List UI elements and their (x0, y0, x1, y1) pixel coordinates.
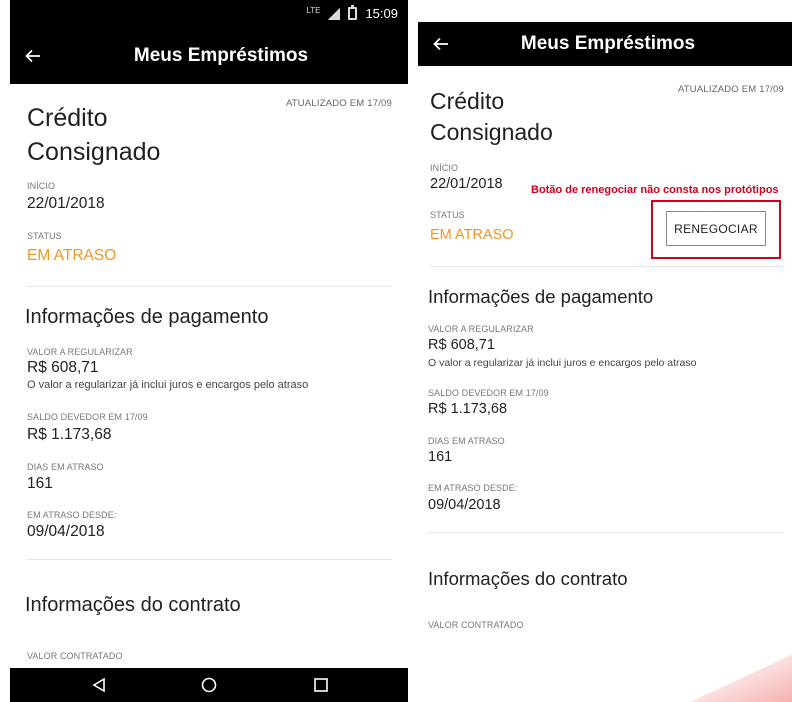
contracted-label: VALOR CONTRATADO (27, 651, 123, 661)
divider (27, 559, 392, 560)
since-label: EM ATRASO DESDE: (27, 510, 117, 520)
status-icons: LTE 15:09 (306, 5, 398, 21)
updated-date: ATUALIZADO EM 17/09 (677, 84, 784, 95)
loan-details[interactable]: ATUALIZADO EM 17/09 Crédito Consignado I… (10, 84, 408, 668)
status-label: STATUS (430, 210, 465, 220)
updated-date: ATUALIZADO EM 17/09 (285, 98, 392, 109)
battery-icon (348, 5, 358, 20)
divider (430, 266, 784, 267)
phone-screen-prototype: Meus Empréstimos ATUALIZADO EM 17/09 Cré… (418, 0, 792, 702)
contract-section-title: Informações do contrato (25, 594, 241, 616)
contract-section-title: Informações do contrato (428, 568, 628, 589)
balance-label: SALDO DEVEDOR EM 17/09 (428, 388, 549, 398)
nav-back-icon[interactable] (90, 676, 108, 694)
status-bar: LTE 15:09 (10, 0, 408, 28)
payment-section-title: Informações de pagamento (25, 306, 269, 328)
status-label: STATUS (27, 231, 62, 241)
app-bar: Meus Empréstimos (418, 22, 792, 66)
since-value: 09/04/2018 (428, 497, 501, 513)
start-label: INÍCIO (430, 163, 459, 173)
network-type: LTE (306, 6, 321, 15)
app-title: Meus Empréstimos (133, 45, 309, 66)
start-value: 22/01/2018 (430, 176, 503, 192)
divider (428, 532, 784, 533)
divider (27, 286, 392, 287)
app-bar: Meus Empréstimos (10, 28, 408, 84)
product-title: Crédito Consignado (430, 88, 553, 146)
loan-details[interactable]: ATUALIZADO EM 17/09 Crédito Consignado I… (418, 66, 792, 702)
product-title: Crédito Consignado (27, 104, 161, 166)
amount-label: VALOR A REGULARIZAR (428, 324, 534, 334)
days-value: 161 (428, 449, 453, 465)
amount-note: O valor a regularizar já inclui juros e … (428, 357, 697, 369)
amount-note: O valor a regularizar já inclui juros e … (27, 379, 309, 391)
nav-home-icon[interactable] (200, 676, 218, 694)
payment-section-title: Informações de pagamento (428, 286, 654, 307)
status-value: EM ATRASO (27, 247, 117, 264)
decorative-corner (692, 642, 792, 702)
amount-value: R$ 608,71 (27, 359, 99, 376)
balance-label: SALDO DEVEDOR EM 17/09 (27, 412, 148, 422)
status-value: EM ATRASO (430, 227, 514, 243)
signal-icon (328, 7, 341, 20)
balance-value: R$ 1.173,68 (27, 426, 112, 443)
days-label: DIAS EM ATRASO (428, 436, 505, 446)
days-value: 161 (27, 475, 53, 492)
prototype-annotation: Botão de renegociar não consta nos protó… (531, 184, 779, 196)
nav-recents-icon[interactable] (312, 676, 330, 694)
phone-screen-original: LTE 15:09 Meus Empréstimos ATUALIZADO EM… (10, 0, 408, 702)
navigation-bar (10, 668, 408, 702)
app-title: Meus Empréstimos (520, 33, 696, 54)
since-label: EM ATRASO DESDE: (428, 483, 518, 493)
balance-value: R$ 1.173,68 (428, 401, 508, 417)
status-time: 15:09 (365, 6, 398, 21)
amount-value: R$ 608,71 (428, 337, 495, 353)
start-label: INÍCIO (27, 181, 56, 191)
start-value: 22/01/2018 (27, 195, 105, 212)
amount-label: VALOR A REGULARIZAR (27, 347, 133, 357)
contracted-label: VALOR CONTRATADO (428, 620, 524, 630)
since-value: 09/04/2018 (27, 523, 105, 540)
renegotiate-button[interactable]: RENEGOCIAR (666, 211, 766, 246)
days-label: DIAS EM ATRASO (27, 462, 104, 472)
